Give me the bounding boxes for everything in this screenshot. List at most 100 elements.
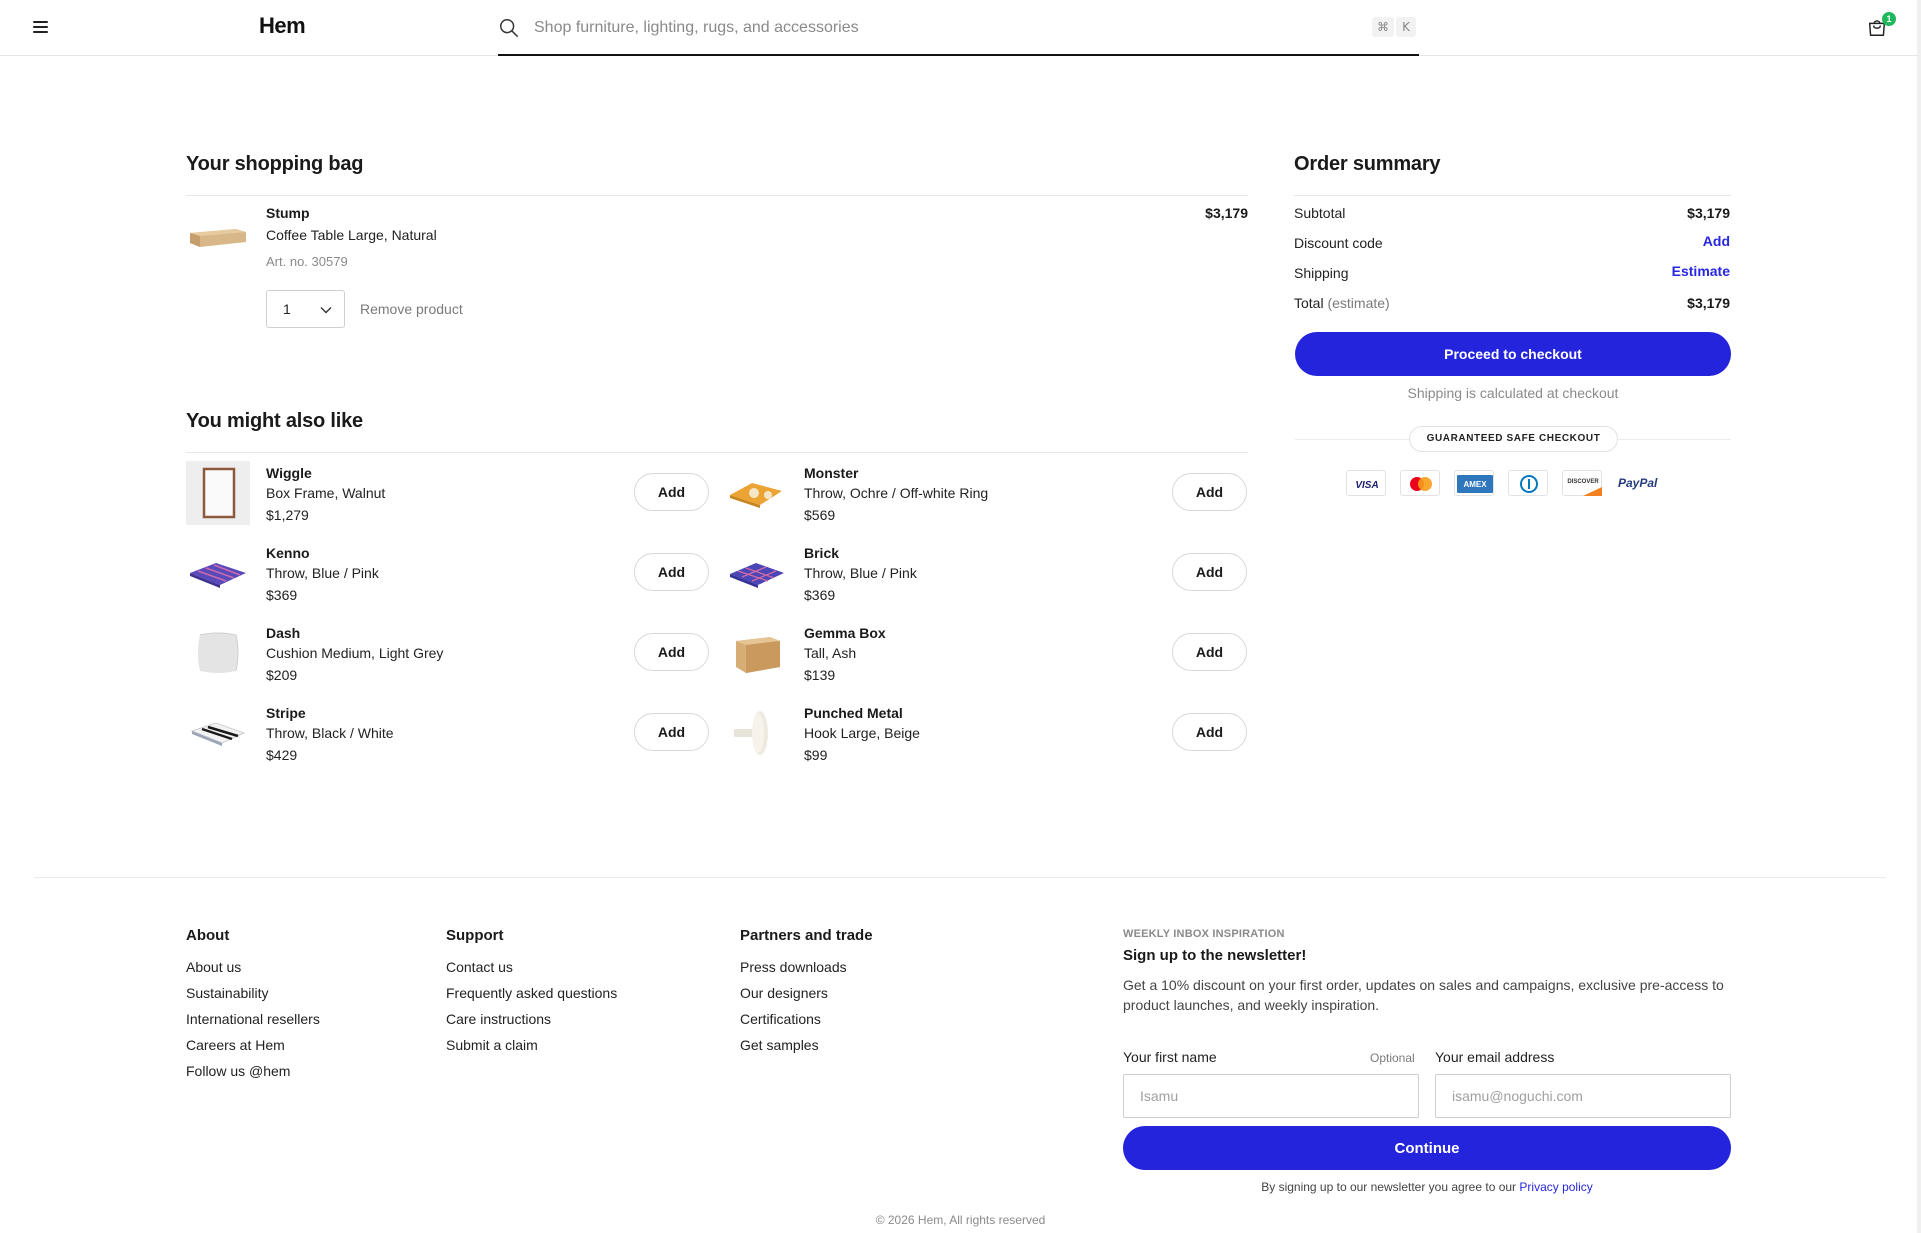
newsletter-description: Get a 10% discount on your first order, …	[1123, 977, 1724, 1013]
quantity-select[interactable]: 1	[266, 290, 345, 328]
rec-name[interactable]: Stripe	[266, 705, 306, 721]
email-label: Your email address	[1435, 1049, 1555, 1065]
chevron-down-icon	[320, 307, 332, 314]
first-name-field[interactable]	[1123, 1074, 1419, 1118]
optional-label: Optional	[1370, 1051, 1415, 1065]
discount-add-link[interactable]: Add	[1703, 233, 1730, 249]
footer-link[interactable]: Careers at Hem	[186, 1037, 285, 1053]
search-input[interactable]	[534, 14, 1334, 42]
footer-link[interactable]: Press downloads	[740, 959, 847, 975]
throw-icon[interactable]	[186, 701, 250, 765]
throw-icon[interactable]	[186, 541, 250, 605]
footer-link[interactable]: About us	[186, 959, 241, 975]
total-label-text: Total	[1294, 295, 1324, 311]
rec-description: Throw, Blue / Pink	[804, 565, 917, 581]
safe-checkout-badge: GUARANTEED SAFE CHECKOUT	[1409, 426, 1618, 452]
rec-price: $1,279	[266, 507, 309, 523]
search-bar: ⌘ K	[498, 8, 1419, 56]
bag-item-name[interactable]: Stump	[266, 205, 310, 221]
paypal-icon: PayPal	[1614, 470, 1670, 496]
footer-link[interactable]: Get samples	[740, 1037, 819, 1053]
shortcut-k-key: K	[1396, 17, 1416, 37]
rec-price: $99	[804, 747, 828, 763]
throw-icon[interactable]	[724, 541, 788, 605]
rec-description: Cushion Medium, Light Grey	[266, 645, 444, 661]
rec-name[interactable]: Dash	[266, 625, 300, 641]
add-button[interactable]: Add	[1172, 553, 1247, 591]
rec-description: Box Frame, Walnut	[266, 485, 386, 501]
footer-link[interactable]: Contact us	[446, 959, 513, 975]
recommendations-title: You might also like	[186, 410, 363, 432]
subtotal-value: $3,179	[1687, 205, 1730, 221]
bag-item-price: $3,179	[1205, 205, 1248, 221]
copyright: © 2026 Hem, All rights reserved	[875, 1213, 1046, 1227]
divider	[186, 452, 1248, 453]
consent-text: By signing up to our newsletter you agre…	[1261, 1180, 1517, 1194]
rec-name[interactable]: Brick	[804, 545, 839, 561]
shipping-estimate-link[interactable]: Estimate	[1672, 263, 1730, 279]
add-button[interactable]: Add	[634, 633, 709, 671]
proceed-to-checkout-button[interactable]: Proceed to checkout	[1295, 332, 1731, 376]
rec-name[interactable]: Kenno	[266, 545, 310, 561]
rec-description: Hook Large, Beige	[804, 725, 920, 741]
menu-icon[interactable]	[31, 18, 51, 36]
rec-description: Throw, Ochre / Off-white Ring	[804, 485, 989, 501]
add-button[interactable]: Add	[1172, 633, 1247, 671]
add-button[interactable]: Add	[634, 473, 709, 511]
rec-description: Tall, Ash	[804, 645, 857, 661]
subtotal-label: Subtotal	[1294, 205, 1346, 221]
newsletter-kicker: WEEKLY INBOX INSPIRATION	[1123, 928, 1285, 940]
shortcut-cmd-key: ⌘	[1372, 17, 1394, 37]
hook-icon[interactable]	[724, 701, 788, 765]
box-icon[interactable]	[724, 621, 788, 685]
scrollbar[interactable]	[1917, 0, 1921, 1233]
rec-name[interactable]: Gemma Box	[804, 625, 886, 641]
footer-link[interactable]: Frequently asked questions	[446, 985, 617, 1001]
amex-icon: AMEX	[1454, 470, 1494, 496]
rec-price: $429	[266, 747, 298, 763]
logo[interactable]: Hem	[259, 13, 306, 39]
visa-icon: VISA	[1346, 470, 1386, 496]
rec-description: Throw, Black / White	[266, 725, 394, 741]
footer-link[interactable]: Certifications	[740, 1011, 821, 1027]
add-button[interactable]: Add	[634, 553, 709, 591]
first-name-label: Your first name	[1123, 1049, 1217, 1065]
footer-link[interactable]: International resellers	[186, 1011, 320, 1027]
cushion-icon[interactable]	[186, 621, 250, 685]
email-field[interactable]	[1435, 1074, 1731, 1118]
footer-link[interactable]: Our designers	[740, 985, 828, 1001]
search-icon	[500, 19, 518, 37]
rec-price: $209	[266, 667, 298, 683]
throw-icon[interactable]	[724, 461, 788, 525]
footer-heading-support: Support	[446, 927, 504, 944]
rec-name[interactable]: Monster	[804, 465, 858, 481]
footer-divider	[34, 877, 1886, 878]
paypal-text: PayPal	[1618, 476, 1658, 490]
divider	[1294, 195, 1731, 196]
footer-link[interactable]: Sustainability	[186, 985, 269, 1001]
add-button[interactable]: Add	[634, 713, 709, 751]
footer-link[interactable]: Care instructions	[446, 1011, 551, 1027]
rec-name[interactable]: Punched Metal	[804, 705, 903, 721]
discover-text: DISCOVER	[1567, 479, 1599, 485]
add-button[interactable]: Add	[1172, 713, 1247, 751]
bag-item-article: Art. no. 30579	[266, 254, 348, 269]
footer-link[interactable]: Submit a claim	[446, 1037, 538, 1053]
diners-club-icon	[1508, 470, 1548, 496]
discover-icon: DISCOVER	[1562, 470, 1602, 496]
rec-price: $569	[804, 507, 836, 523]
rec-name[interactable]: Wiggle	[266, 465, 312, 481]
frame-icon[interactable]	[186, 461, 250, 525]
divider	[186, 195, 1248, 196]
remove-product-link[interactable]: Remove product	[360, 301, 463, 317]
privacy-policy-link[interactable]: Privacy policy	[1519, 1180, 1592, 1194]
shipping-label: Shipping	[1294, 265, 1349, 281]
newsletter-consent: By signing up to our newsletter you agre…	[1123, 1180, 1731, 1194]
footer-link[interactable]: Follow us @hem	[186, 1063, 290, 1079]
bag-title: Your shopping bag	[186, 153, 364, 175]
bag-count-badge: 1	[1882, 12, 1896, 26]
add-button[interactable]: Add	[1172, 473, 1247, 511]
quantity-value: 1	[283, 301, 291, 317]
continue-button[interactable]: Continue	[1123, 1126, 1731, 1170]
coffee-table-icon[interactable]	[186, 205, 250, 269]
